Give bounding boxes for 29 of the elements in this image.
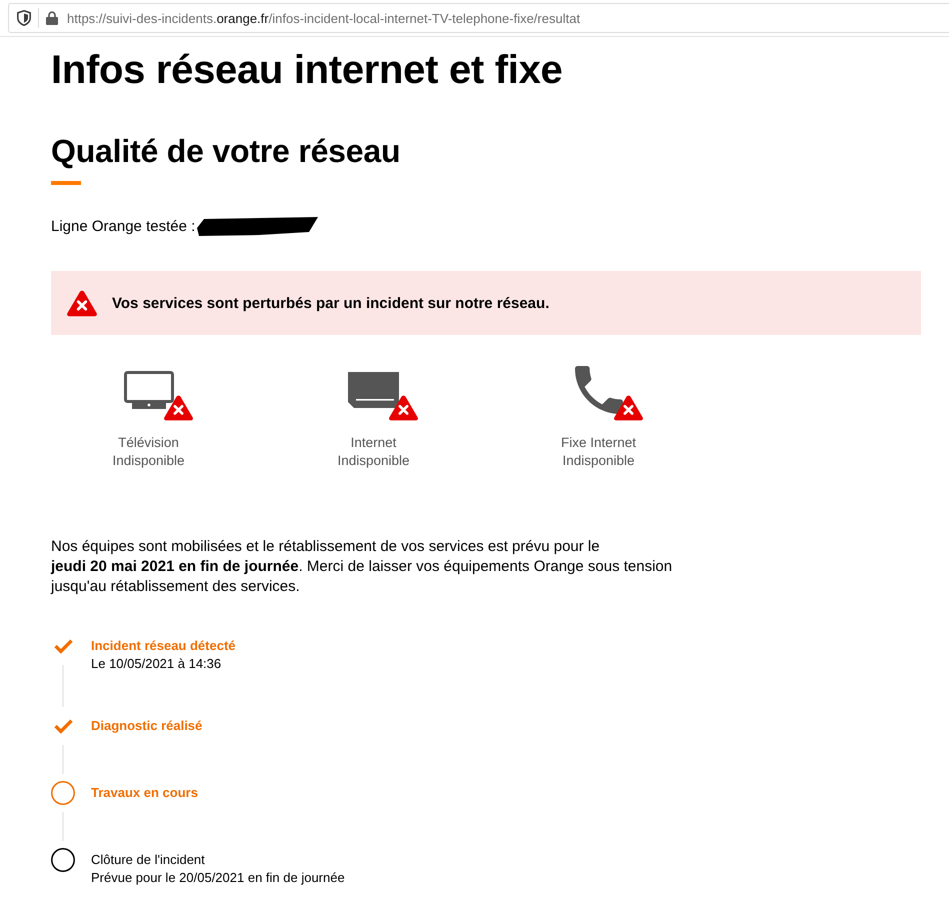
tested-line-label: Ligne Orange testée :	[51, 216, 196, 236]
step-detail: Prévue pour le 20/05/2021 en fin de journée	[91, 869, 345, 887]
step-title: Clôture de l'incident	[91, 851, 206, 869]
check-icon	[54, 638, 72, 654]
address-bar[interactable]: https://suivi-des-incidents.orange.fr/infos-incident-local-internet-TV-telephone-fixe/resultat	[8, 3, 949, 33]
shield-icon[interactable]	[17, 10, 31, 26]
phone-icon	[574, 366, 622, 414]
error-icon	[66, 290, 98, 316]
lock-icon[interactable]	[46, 11, 58, 25]
service-name: Internet	[350, 434, 396, 452]
restoration-message: Nos équipes sont mobilisées et le rétablissement de vos services est prévu pour le jeudi 20 mai 2021 en fin de journée. Merci de laisser vos équipements Orange sous tension jusqu'au rétablissement des services.	[51, 537, 674, 597]
service-status: Indisponible	[337, 452, 410, 470]
service-status: Indisponible	[112, 452, 185, 470]
service-name: Fixe Internet	[560, 434, 636, 452]
service-status: Indisponible	[562, 452, 635, 470]
router-icon	[348, 372, 399, 408]
service-name: Télévision	[118, 434, 179, 452]
circle-icon	[51, 781, 75, 805]
step-detail: Le 10/05/2021 à 14:36	[91, 655, 222, 673]
circle-icon	[51, 848, 75, 872]
alert-message: Vos services sont perturbés par un incident sur notre réseau.	[112, 294, 550, 312]
step-title: Travaux en cours	[91, 784, 198, 802]
tv-icon	[124, 371, 174, 409]
page-title: Infos réseau internet et fixe	[51, 47, 564, 94]
accent-bar	[51, 181, 81, 185]
step-title: Incident réseau détecté	[91, 637, 236, 655]
section-title: Qualité de votre réseau	[51, 132, 402, 171]
step-title: Diagnostic réalisé	[91, 717, 202, 735]
check-icon	[54, 718, 72, 734]
